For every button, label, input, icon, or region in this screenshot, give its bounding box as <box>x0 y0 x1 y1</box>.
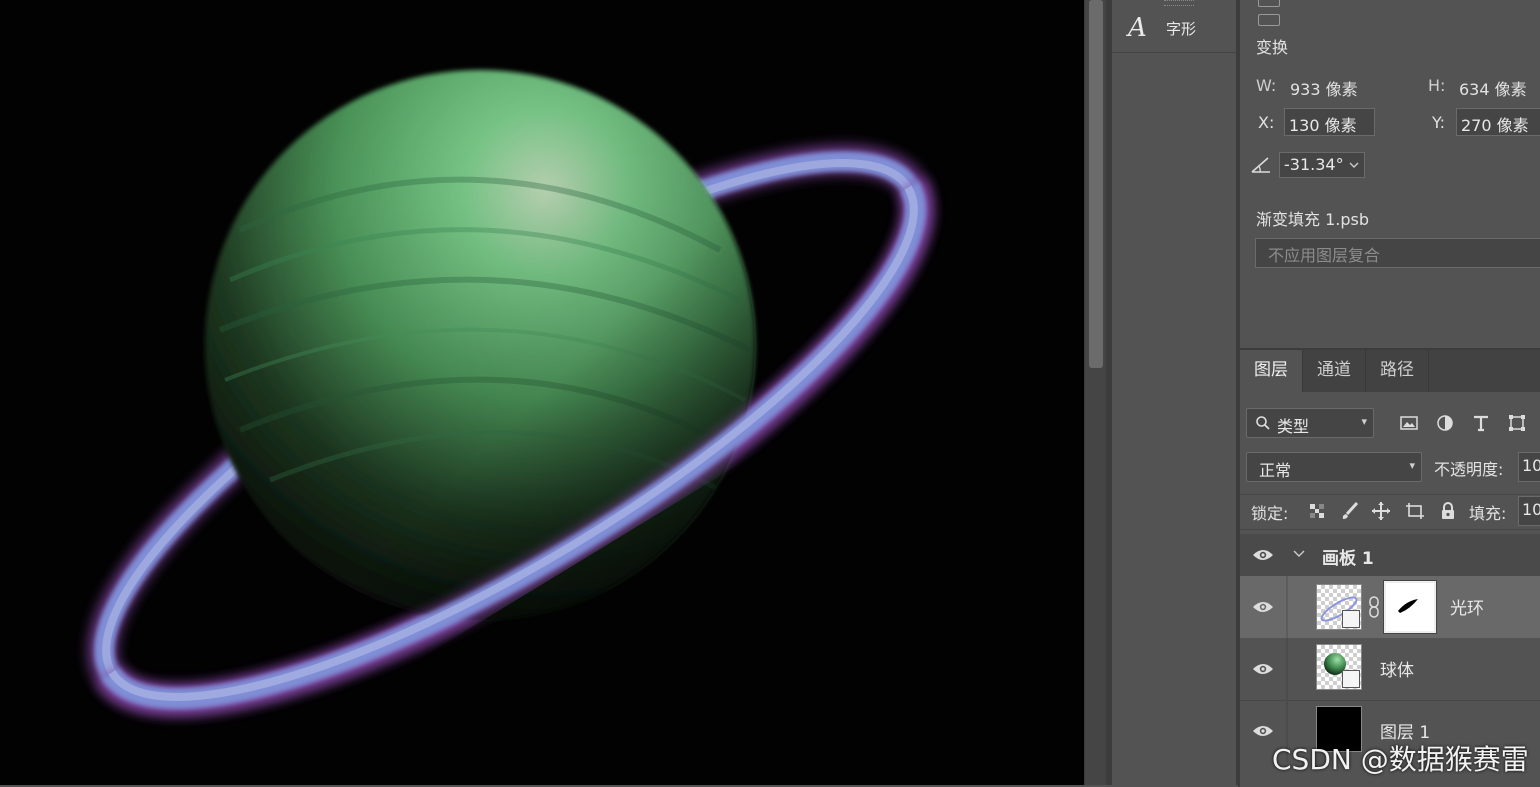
properties-header-icons <box>1258 0 1318 26</box>
saturn-artwork <box>87 70 933 716</box>
lock-position-move-icon[interactable] <box>1370 500 1392 522</box>
mask-shape-icon <box>1398 599 1418 613</box>
document-canvas[interactable] <box>0 0 1084 785</box>
artboard-group-row[interactable]: 画板 1 <box>1240 534 1540 576</box>
transform-section-title: 变换 <box>1256 38 1289 57</box>
layer-row[interactable]: 球体 <box>1240 638 1540 701</box>
sphere <box>205 70 755 620</box>
blend-mode-select[interactable]: 正常 ▾ <box>1246 452 1422 482</box>
blend-mode-value: 正常 <box>1259 461 1292 480</box>
tab-channels[interactable]: 通道 <box>1303 350 1366 392</box>
smart-object-badge-icon <box>1342 670 1360 688</box>
chevron-down-icon: ▾ <box>1409 459 1415 472</box>
glyphs-panel-label: 字形 <box>1166 19 1197 38</box>
height-value[interactable]: 634 像素 <box>1459 76 1527 100</box>
x-label: X: <box>1258 113 1275 132</box>
fill-input[interactable]: 10 <box>1518 496 1540 526</box>
smart-object-filename: 渐变填充 1.psb <box>1256 210 1370 229</box>
layer-name: 球体 <box>1380 661 1414 681</box>
properties-panel: 变换 W: 933 像素 H: 634 像素 X: 130 像素 Y: 270 … <box>1238 0 1540 348</box>
lock-artboard-icon[interactable] <box>1404 500 1426 522</box>
scrollbar-thumb[interactable] <box>1089 0 1103 368</box>
lock-pixels-brush-icon[interactable] <box>1339 500 1361 522</box>
angle-dropdown-button[interactable] <box>1345 152 1365 178</box>
lock-transparency-icon[interactable] <box>1306 500 1328 522</box>
smart-object-badge-icon <box>1342 610 1360 628</box>
lock-all-icon[interactable] <box>1437 500 1459 522</box>
tab-layers[interactable]: 图层 <box>1240 350 1303 392</box>
glyph-icon: A <box>1128 13 1147 43</box>
y-label: Y: <box>1432 113 1446 132</box>
layer-type-icon <box>1258 14 1280 26</box>
collapsed-panel-dock: A 字形 <box>1106 0 1238 785</box>
shape-layer-filter-icon[interactable] <box>1506 412 1528 434</box>
adjustment-layer-filter-icon[interactable] <box>1434 412 1456 434</box>
layer-name: 光环 <box>1450 599 1484 619</box>
chevron-down-icon: ▾ <box>1361 415 1367 428</box>
visibility-eye-icon[interactable] <box>1252 662 1274 676</box>
glyphs-panel-button[interactable]: A 字形 <box>1112 4 1236 53</box>
rotation-angle-input[interactable]: -31.34° <box>1279 152 1347 178</box>
layer-filter-value: 类型 <box>1277 417 1310 436</box>
lock-label: 锁定: <box>1251 504 1289 523</box>
opacity-input[interactable]: 10 <box>1518 452 1540 482</box>
canvas-vertical-scrollbar[interactable] <box>1084 0 1107 785</box>
fill-label: 填充: <box>1469 504 1507 523</box>
layer-thumbnail[interactable] <box>1316 644 1362 690</box>
artboard-group-name: 画板 1 <box>1322 549 1374 569</box>
visibility-eye-icon[interactable] <box>1252 724 1274 738</box>
pixel-layer-filter-icon[interactable] <box>1398 412 1420 434</box>
width-value[interactable]: 933 像素 <box>1290 76 1358 100</box>
type-layer-filter-icon[interactable] <box>1470 412 1492 434</box>
layer-mask-thumbnail[interactable] <box>1383 580 1437 634</box>
layer-filter-select[interactable]: 类型 ▾ <box>1246 408 1374 438</box>
row-divider <box>1286 638 1288 700</box>
width-label: W: <box>1256 76 1277 95</box>
link-chain-icon[interactable] <box>1368 596 1380 618</box>
x-position-input[interactable]: 130 像素 <box>1284 108 1375 136</box>
row-divider <box>1286 576 1288 638</box>
visibility-eye-icon[interactable] <box>1252 600 1274 614</box>
search-icon <box>1256 416 1270 430</box>
layer-thumbnail[interactable] <box>1316 584 1362 630</box>
rotation-angle-icon <box>1251 157 1270 173</box>
layers-panel-tabs: 图层 通道 路径 <box>1240 350 1540 392</box>
layer-row-selected[interactable]: 光环 <box>1240 576 1540 638</box>
tab-paths[interactable]: 路径 <box>1366 350 1429 392</box>
smart-object-icon <box>1258 0 1280 7</box>
layer-comp-select[interactable]: 不应用图层复合 <box>1255 238 1540 268</box>
visibility-eye-icon[interactable] <box>1252 548 1274 562</box>
height-label: H: <box>1428 76 1446 95</box>
layers-panel: 图层 通道 路径 类型 ▾ 正常 ▾ 不透明度: 10 锁定: 填充: 10 画… <box>1238 348 1540 787</box>
y-position-input[interactable]: 270 像素 <box>1456 108 1540 136</box>
chevron-down-icon[interactable] <box>1292 548 1306 560</box>
watermark-text: CSDN @数据猴赛雷 <box>1272 743 1529 776</box>
opacity-label: 不透明度: <box>1434 460 1504 479</box>
chevron-down-icon <box>1349 162 1359 168</box>
